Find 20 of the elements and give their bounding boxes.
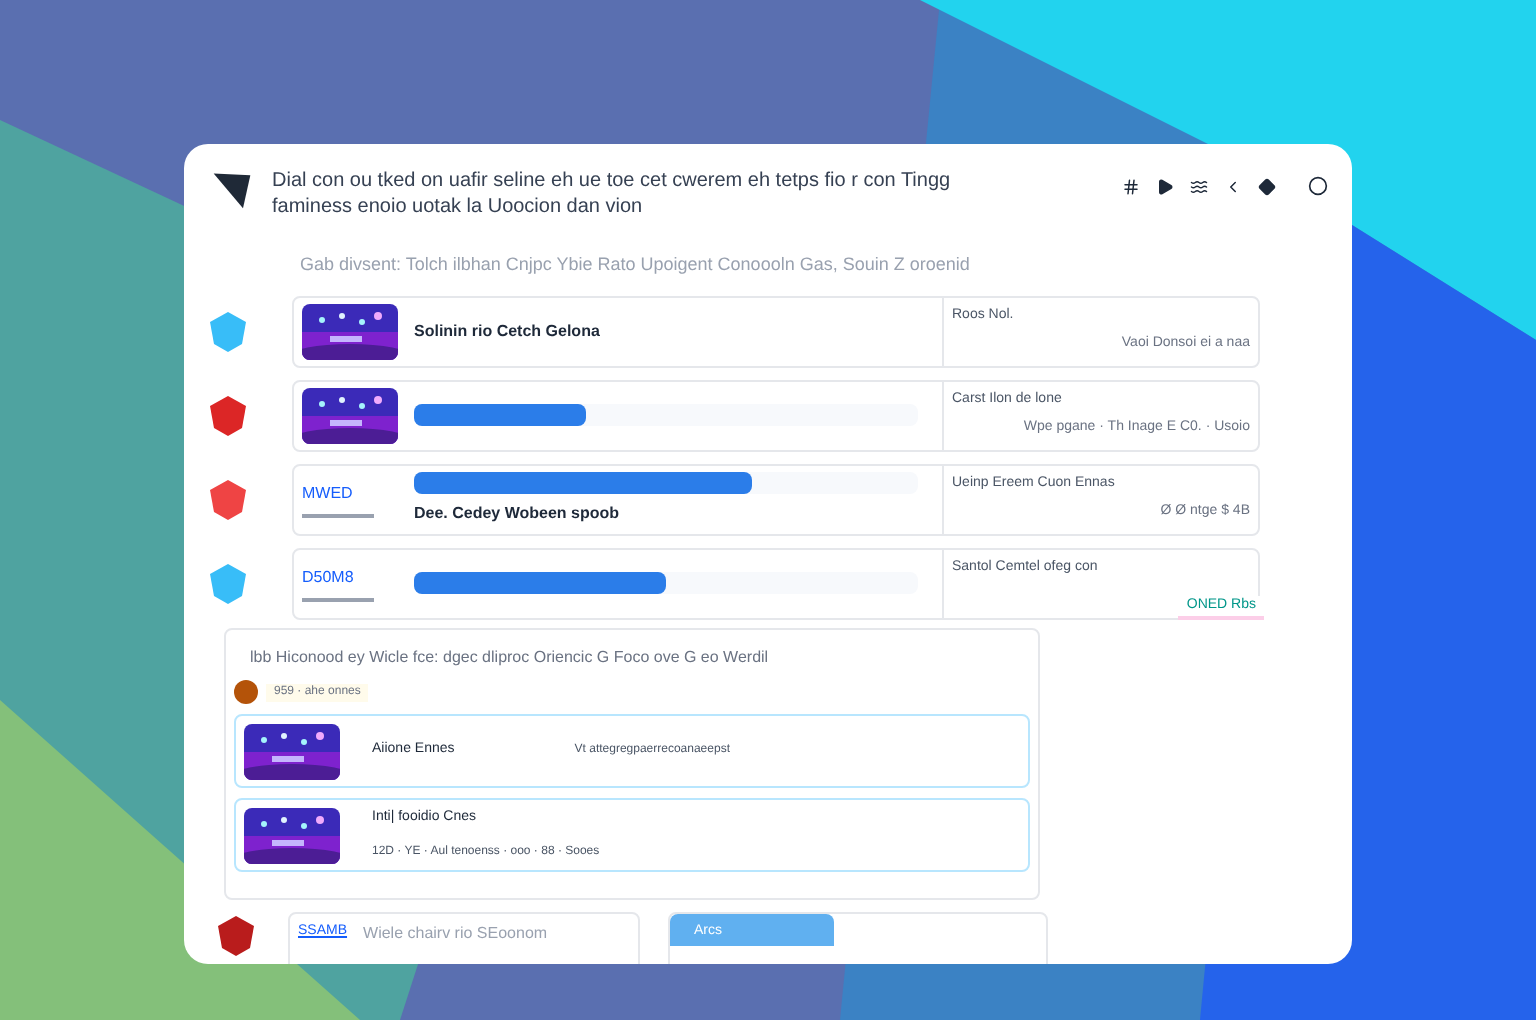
chevron-icon[interactable]	[1224, 177, 1242, 195]
subheading: Gab divsent: Tolch ilbhan Cnjpc Ybie Rato Upoigent Conoooln Gas, Souin Z oroenid	[298, 252, 972, 278]
code-underline	[302, 513, 374, 517]
item-code: D50M8	[302, 565, 356, 589]
dialog-title: Dial con ou tked on uafir seline eh ue toe cet cwerem eh tetps fio r con Tingg	[272, 168, 953, 194]
hash-icon[interactable]	[1122, 177, 1140, 195]
play-icon[interactable]	[1156, 177, 1174, 195]
dialog-subtitle: faminess enoio uotak la Uoocion dan vion	[272, 194, 645, 220]
wave-icon[interactable]	[1190, 177, 1208, 195]
logo-icon	[208, 168, 256, 212]
code-underline	[302, 597, 374, 601]
row-label: Solinin rio Cetch Gelona	[414, 319, 602, 343]
item-code: MWED	[302, 481, 355, 505]
section-heading: lbb Hiconood ey Wicle fce: dgec dliproc Oriencic G Foco ove G eo Werdil	[248, 646, 771, 670]
circle-icon[interactable]	[1308, 176, 1328, 196]
diamond-icon[interactable]	[1258, 177, 1276, 195]
row-label: Dee. Cedey Wobeen spoob	[414, 502, 622, 526]
avatar-icon	[234, 680, 258, 704]
emblem-icon	[212, 912, 260, 960]
footer-text: Wiele chairv rio SEoonom	[363, 922, 548, 946]
